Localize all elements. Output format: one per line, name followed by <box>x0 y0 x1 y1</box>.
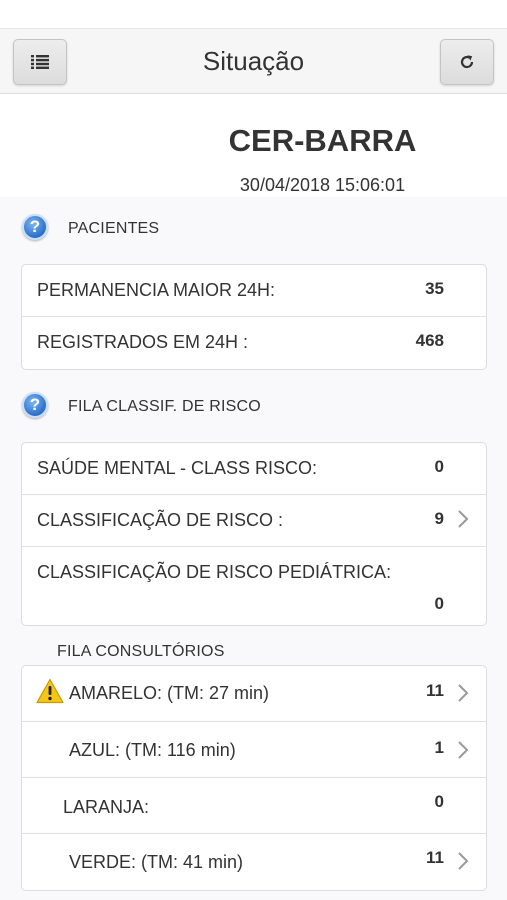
warning-icon <box>36 678 64 704</box>
list-item: SAÚDE MENTAL - CLASS RISCO: 0 <box>22 443 486 495</box>
row-value: 0 <box>434 457 444 476</box>
fila-risco-card: SAÚDE MENTAL - CLASS RISCO: 0 CLASSIFICA… <box>21 442 487 626</box>
list-item: PERMANENCIA MAIOR 24H: 35 <box>22 265 486 317</box>
update-timestamp: 30/04/2018 15:06:01 <box>239 175 406 195</box>
row-value: 1 <box>434 738 444 757</box>
list-item: CLASSIFICAÇÃO DE RISCO PEDIÁTRICA: 0 <box>22 547 486 625</box>
list-item: LARANJA: 0 <box>22 778 486 834</box>
row-label: PERMANENCIA MAIOR 24H: <box>37 280 276 300</box>
chevron-right-icon <box>458 684 469 702</box>
chevron-right-icon <box>458 741 469 759</box>
row-value: 35 <box>425 279 444 298</box>
row-value: 11 <box>426 681 444 700</box>
list-item[interactable]: AMARELO: (TM: 27 min) 11 <box>22 666 486 722</box>
row-label: LARANJA: <box>63 797 150 817</box>
chevron-right-icon <box>458 852 469 870</box>
row-label: AZUL: (TM: 116 min) <box>69 740 236 760</box>
row-label: VERDE: (TM: 41 min) <box>69 852 244 872</box>
list-item[interactable]: AZUL: (TM: 116 min) 1 <box>22 722 486 778</box>
refresh-button[interactable] <box>440 39 494 85</box>
page-title: Situação <box>202 46 305 76</box>
section-title: FILA CONSULTÓRIOS <box>57 643 225 660</box>
list-item[interactable]: CLASSIFICAÇÃO DE RISCO : 9 <box>22 495 486 547</box>
list-icon <box>31 55 49 69</box>
row-label: CLASSIFICAÇÃO DE RISCO : <box>37 510 284 530</box>
section-title: PACIENTES <box>68 220 160 237</box>
row-label: AMARELO: (TM: 27 min) <box>69 683 270 703</box>
refresh-icon <box>460 55 474 69</box>
list-item[interactable]: VERDE: (TM: 41 min) 11 <box>22 834 486 890</box>
chevron-right-icon <box>458 510 469 528</box>
row-label: CLASSIFICAÇÃO DE RISCO PEDIÁTRICA: <box>37 562 392 582</box>
row-label: REGISTRADOS EM 24H : <box>37 332 249 352</box>
list-item: REGISTRADOS EM 24H : 468 <box>22 317 486 369</box>
content-area: ? PACIENTES PERMANENCIA MAIOR 24H: 35 RE… <box>0 197 507 900</box>
row-value: 468 <box>415 331 444 350</box>
row-label: SAÚDE MENTAL - CLASS RISCO: <box>37 458 318 478</box>
row-value: 0 <box>434 792 444 811</box>
row-value: 0 <box>434 594 444 613</box>
fila-consultorios-card: AMARELO: (TM: 27 min) 11 AZUL: (TM: 116 … <box>21 665 487 891</box>
section-pacientes-header: ? PACIENTES <box>0 214 507 250</box>
section-title: FILA CLASSIF. DE RISCO <box>68 398 261 415</box>
unit-name: CER-BARRA <box>228 123 417 158</box>
help-icon[interactable]: ? <box>22 214 48 240</box>
section-fila-risco-header: ? FILA CLASSIF. DE RISCO <box>0 392 507 428</box>
top-navbar: Situação <box>0 28 507 94</box>
help-icon[interactable]: ? <box>22 392 48 418</box>
pacientes-card: PERMANENCIA MAIOR 24H: 35 REGISTRADOS EM… <box>21 264 487 370</box>
unit-header: CER-BARRA 30/04/2018 15:06:01 <box>0 95 507 197</box>
menu-button[interactable] <box>13 39 67 85</box>
row-value: 9 <box>434 509 444 528</box>
row-value: 11 <box>426 848 444 867</box>
